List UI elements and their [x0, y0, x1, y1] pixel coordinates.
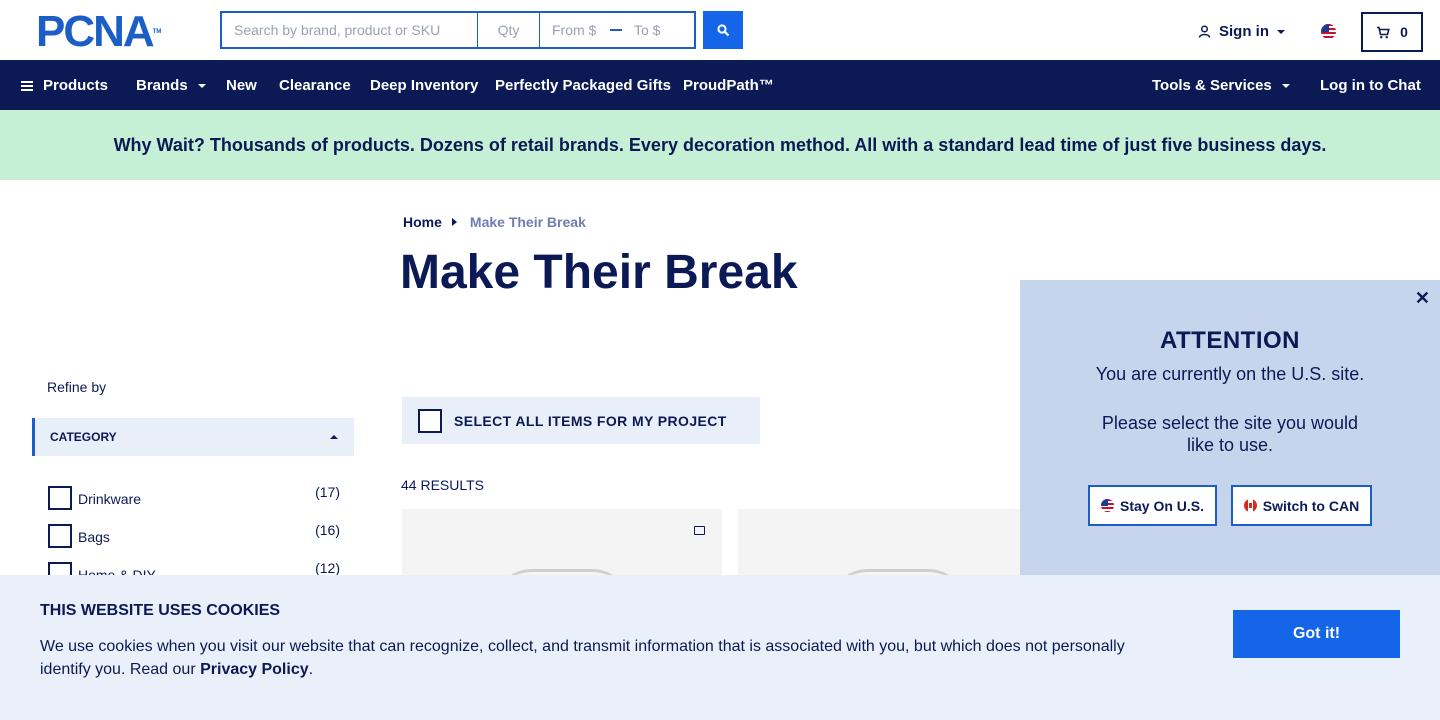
- cart-button[interactable]: 0: [1361, 12, 1423, 52]
- sign-in-label: Sign in: [1219, 23, 1269, 40]
- user-icon: [1198, 25, 1211, 38]
- pcna-logo[interactable]: PCNATM: [36, 10, 162, 54]
- facet-count: (16): [315, 522, 340, 538]
- chevron-right-icon: [451, 218, 457, 226]
- stay-us-button[interactable]: Stay On U.S.: [1088, 485, 1217, 526]
- nav-gifts[interactable]: Perfectly Packaged Gifts: [495, 77, 671, 94]
- accept-cookies-button[interactable]: Got it!: [1233, 610, 1400, 658]
- cookie-title: THIS WEBSITE USES COOKIES: [40, 602, 281, 619]
- search-input[interactable]: [222, 13, 478, 47]
- cookie-banner: THIS WEBSITE USES COOKIES We use cookies…: [0, 575, 1440, 720]
- nav-proudpath[interactable]: ProudPath™: [683, 77, 774, 94]
- us-flag-icon[interactable]: [1321, 24, 1336, 39]
- stay-us-label: Stay On U.S.: [1119, 497, 1205, 514]
- canada-flag-icon: [1243, 499, 1257, 512]
- search-form: [220, 11, 696, 49]
- search-button[interactable]: [703, 11, 743, 49]
- nav-products[interactable]: Products: [21, 77, 108, 94]
- results-count: 44 RESULTS: [401, 477, 484, 493]
- cookie-text: We use cookies when you visit our websit…: [40, 635, 1140, 681]
- facet-item[interactable]: Bags (16): [48, 522, 340, 548]
- cart-icon: [1377, 26, 1390, 38]
- nav-brands-label: Brands: [136, 77, 188, 94]
- nav-chat-login[interactable]: Log in to Chat: [1320, 77, 1421, 94]
- menu-icon: [21, 80, 33, 91]
- breadcrumb: Home Make Their Break: [403, 214, 586, 230]
- cookie-period: .: [308, 661, 314, 678]
- main-nav: Products Brands New Clearance Deep Inven…: [0, 60, 1440, 110]
- nav-brands[interactable]: Brands: [136, 77, 206, 94]
- promo-banner: Why Wait? Thousands of products. Dozens …: [0, 110, 1440, 180]
- modal-current-site-text: You are currently on the U.S. site.: [1095, 364, 1365, 384]
- folder-icon[interactable]: [694, 526, 705, 535]
- nav-deep-inventory[interactable]: Deep Inventory: [370, 77, 478, 94]
- modal-title: ATTENTION: [1159, 327, 1301, 354]
- breadcrumb-home[interactable]: Home: [403, 214, 442, 230]
- modal-select-site-text: Please select the site you would like to…: [1101, 413, 1359, 455]
- switch-can-label: Switch to CAN: [1262, 497, 1360, 514]
- facet-count: (12): [315, 560, 340, 576]
- nav-tools-label: Tools & Services: [1152, 77, 1272, 94]
- select-all-checkbox[interactable]: [418, 408, 442, 433]
- facet-checkbox[interactable]: [48, 524, 72, 548]
- facet-label: Bags: [78, 529, 110, 545]
- nav-products-label: Products: [43, 77, 109, 94]
- logo-trademark: TM: [152, 29, 162, 35]
- price-to-input[interactable]: [622, 13, 694, 47]
- refine-label: Refine by: [47, 379, 107, 395]
- facet-label: Drinkware: [78, 491, 142, 507]
- price-from-input[interactable]: [540, 13, 610, 47]
- close-icon[interactable]: ✕: [1415, 288, 1430, 309]
- site-selection-modal: ✕ ATTENTION You are currently on the U.S…: [1020, 280, 1440, 580]
- facet-checkbox[interactable]: [48, 486, 72, 510]
- breadcrumb-current: Make Their Break: [469, 214, 586, 230]
- facet-count: (17): [315, 484, 340, 500]
- nav-new[interactable]: New: [226, 77, 257, 94]
- chevron-down-icon: [197, 83, 206, 88]
- chevron-down-icon: [1281, 83, 1290, 88]
- us-flag-icon: [1100, 499, 1114, 512]
- page-title: Make Their Break: [400, 246, 798, 299]
- nav-tools-services[interactable]: Tools & Services: [1152, 77, 1290, 94]
- chevron-down-icon: [1277, 29, 1285, 34]
- select-all-label: SELECT ALL ITEMS FOR MY PROJECT: [454, 412, 727, 429]
- privacy-policy-link[interactable]: Privacy Policy: [200, 661, 309, 678]
- nav-clearance[interactable]: Clearance: [279, 77, 351, 94]
- select-all-items[interactable]: SELECT ALL ITEMS FOR MY PROJECT: [402, 397, 760, 444]
- category-header-label: CATEGORY: [50, 430, 117, 444]
- top-bar: PCNATM Sign in 0: [0, 0, 1440, 60]
- price-range-dash: [610, 29, 622, 31]
- cart-count: 0: [1400, 24, 1408, 40]
- quantity-input[interactable]: [478, 13, 540, 47]
- category-facet-header[interactable]: CATEGORY: [32, 418, 354, 456]
- switch-can-button[interactable]: Switch to CAN: [1231, 485, 1372, 526]
- chevron-up-icon: [330, 435, 338, 439]
- facet-item[interactable]: Drinkware (17): [48, 484, 340, 510]
- sign-in-menu[interactable]: Sign in: [1198, 23, 1285, 40]
- search-icon: [716, 23, 729, 36]
